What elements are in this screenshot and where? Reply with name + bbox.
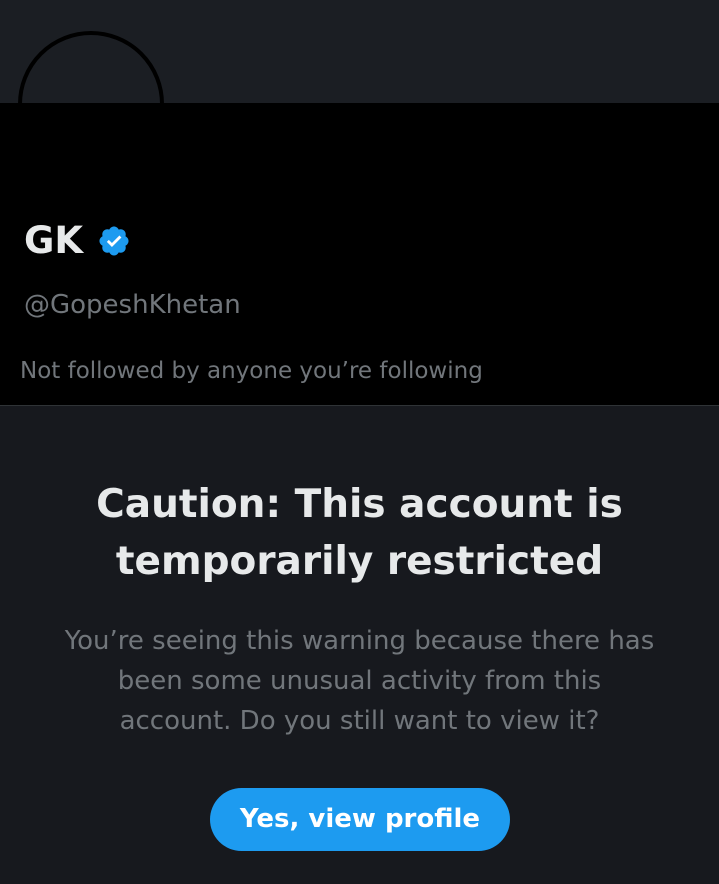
- caution-title: Caution: This account is temporarily res…: [96, 482, 623, 584]
- followers-you-know-note: Not followed by anyone you’re following: [20, 358, 483, 384]
- display-name-row: GK: [24, 218, 131, 264]
- view-profile-button[interactable]: Yes, view profile: [210, 788, 510, 851]
- profile-handle: @GopeshKhetan: [24, 290, 241, 320]
- display-name: GK: [24, 219, 84, 262]
- verified-badge-icon[interactable]: [97, 224, 131, 258]
- divider: [0, 405, 719, 406]
- avatar[interactable]: [18, 31, 164, 177]
- caution-message: You’re seeing this warning because there…: [64, 626, 655, 736]
